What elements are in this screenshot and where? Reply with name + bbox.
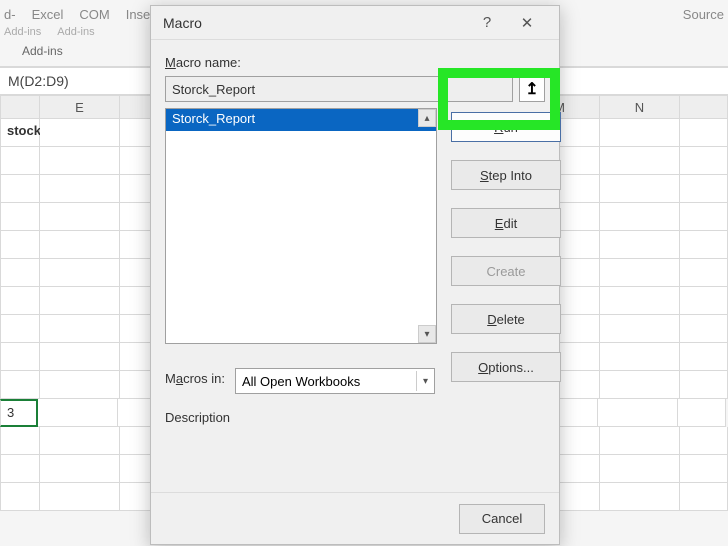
help-button[interactable]: ? — [467, 8, 507, 38]
cell[interactable] — [0, 287, 40, 315]
cell[interactable] — [40, 315, 120, 343]
cell[interactable] — [40, 287, 120, 315]
cell[interactable] — [600, 203, 680, 231]
cell[interactable] — [598, 399, 678, 427]
cell[interactable] — [0, 259, 40, 287]
cell[interactable] — [680, 259, 728, 287]
cell[interactable] — [680, 147, 728, 175]
close-button[interactable]: ✕ — [507, 8, 547, 38]
col-header[interactable] — [680, 95, 728, 119]
cell[interactable] — [0, 203, 40, 231]
macro-name-input[interactable] — [165, 76, 513, 102]
cell[interactable] — [680, 455, 728, 483]
cell[interactable] — [0, 175, 40, 203]
cell[interactable] — [600, 343, 680, 371]
options-button[interactable]: Options... — [451, 352, 561, 382]
cell[interactable] — [40, 147, 120, 175]
cell[interactable] — [600, 231, 680, 259]
cell[interactable] — [680, 343, 728, 371]
step-into-button[interactable]: Step Into — [451, 160, 561, 190]
ribbon-item[interactable]: Excel — [32, 7, 64, 22]
cell[interactable] — [40, 119, 120, 147]
macro-name-label: Macro name: — [165, 55, 241, 70]
edit-button[interactable]: Edit — [451, 208, 561, 238]
dialog-side-buttons: Run Step Into Edit Create Delete Options… — [451, 112, 561, 382]
cell[interactable] — [680, 119, 728, 147]
cell[interactable] — [38, 399, 118, 427]
cancel-button[interactable]: Cancel — [459, 504, 545, 534]
cell[interactable] — [0, 427, 40, 455]
dialog-titlebar[interactable]: Macro ? ✕ — [151, 6, 559, 40]
dialog-body: Macro name: ↥ Storck_Report ▴ ▾ Run Step… — [151, 40, 559, 492]
col-header[interactable]: N — [600, 95, 680, 119]
cell[interactable] — [0, 147, 40, 175]
cell[interactable]: 3 — [0, 399, 38, 427]
macros-in-value: All Open Workbooks — [242, 374, 360, 389]
ribbon-item[interactable]: Source — [683, 7, 724, 22]
cell[interactable] — [0, 231, 40, 259]
cell[interactable] — [600, 483, 680, 511]
cell[interactable] — [680, 287, 728, 315]
cell[interactable] — [600, 119, 680, 147]
cell[interactable] — [40, 259, 120, 287]
cell[interactable] — [600, 455, 680, 483]
macro-name-stepper[interactable]: ↥ — [519, 76, 545, 102]
cell[interactable] — [600, 147, 680, 175]
dialog-footer: Cancel — [151, 492, 559, 544]
ribbon-item[interactable]: COM — [79, 7, 109, 22]
cell[interactable] — [40, 483, 120, 511]
macro-list[interactable]: Storck_Report ▴ ▾ — [165, 108, 437, 344]
macro-dialog: Macro ? ✕ Macro name: ↥ Storck_Report ▴ … — [150, 5, 560, 545]
macros-in-select[interactable]: All Open Workbooks ▾ — [235, 368, 435, 394]
col-header[interactable] — [0, 95, 40, 119]
cell[interactable] — [40, 371, 120, 399]
macro-list-item[interactable]: Storck_Report — [166, 109, 436, 131]
run-button[interactable]: Run — [451, 112, 561, 142]
col-header[interactable]: E — [40, 95, 120, 119]
cell[interactable] — [600, 371, 680, 399]
cell[interactable] — [0, 455, 40, 483]
macros-in-label: Macros in: — [165, 371, 225, 386]
create-button: Create — [451, 256, 561, 286]
cell[interactable] — [0, 315, 40, 343]
cell[interactable] — [680, 427, 728, 455]
cell[interactable] — [678, 399, 726, 427]
cell[interactable] — [40, 231, 120, 259]
cell[interactable] — [680, 315, 728, 343]
delete-button[interactable]: Delete — [451, 304, 561, 334]
chevron-down-icon: ▾ — [416, 371, 428, 391]
cell[interactable] — [680, 203, 728, 231]
cell[interactable] — [600, 175, 680, 203]
cell[interactable] — [600, 315, 680, 343]
cell[interactable] — [680, 371, 728, 399]
cell[interactable] — [680, 483, 728, 511]
formula-text: M(D2:D9) — [8, 73, 69, 89]
cell[interactable] — [40, 203, 120, 231]
cell[interactable] — [600, 259, 680, 287]
scroll-down-icon[interactable]: ▾ — [418, 325, 436, 343]
cell[interactable] — [680, 175, 728, 203]
cell[interactable] — [40, 175, 120, 203]
cell[interactable]: stock — [0, 119, 40, 147]
dialog-title: Macro — [163, 15, 467, 31]
scroll-up-icon[interactable]: ▴ — [418, 109, 436, 127]
cell[interactable] — [40, 427, 120, 455]
cell[interactable] — [600, 427, 680, 455]
cell[interactable] — [600, 287, 680, 315]
cell[interactable] — [680, 231, 728, 259]
ribbon-item[interactable]: d- — [4, 7, 16, 22]
cell[interactable] — [40, 455, 120, 483]
description-label: Description — [165, 410, 545, 425]
cell[interactable] — [0, 371, 40, 399]
cell[interactable] — [0, 343, 40, 371]
cell[interactable] — [40, 343, 120, 371]
cell[interactable] — [0, 483, 40, 511]
